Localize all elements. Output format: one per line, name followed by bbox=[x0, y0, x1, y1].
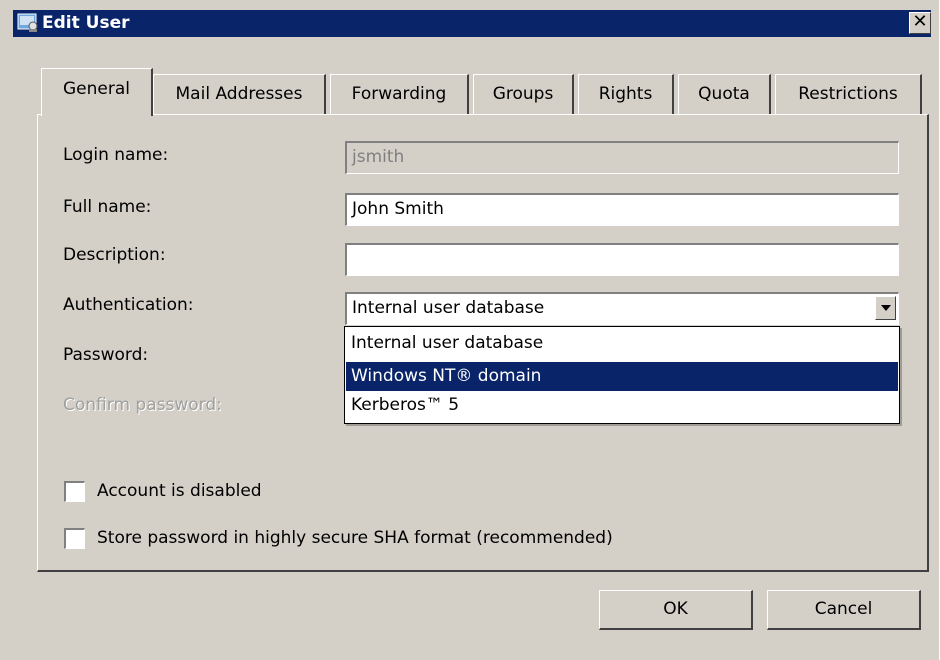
description-field[interactable] bbox=[345, 243, 899, 276]
authentication-dropdown-list: Internal user database Windows NT® domai… bbox=[344, 326, 900, 424]
tab-rights-label: Rights bbox=[598, 84, 653, 104]
tab-quota-label: Quota bbox=[698, 84, 750, 104]
tab-restrictions[interactable]: Restrictions bbox=[775, 74, 922, 114]
tab-groups[interactable]: Groups bbox=[473, 74, 574, 114]
authentication-select-value: Internal user database bbox=[352, 298, 545, 318]
ok-button[interactable]: OK bbox=[599, 590, 753, 630]
tab-groups-label: Groups bbox=[492, 84, 554, 104]
tab-mail-addresses[interactable]: Mail Addresses bbox=[153, 74, 326, 114]
chevron-down-icon[interactable] bbox=[875, 296, 896, 320]
password-label: Password: bbox=[63, 345, 149, 365]
auth-option-windows-nt[interactable]: Windows NT® domain bbox=[346, 362, 898, 391]
auth-option-kerberos[interactable]: Kerberos™ 5 bbox=[346, 391, 898, 420]
account-disabled-checkbox[interactable] bbox=[64, 481, 85, 502]
tab-forwarding-label: Forwarding bbox=[351, 84, 447, 104]
full-name-field[interactable]: John Smith bbox=[345, 193, 899, 226]
window-title: Edit User bbox=[42, 13, 130, 33]
tab-general[interactable]: General bbox=[41, 68, 153, 116]
edit-user-dialog: Edit User ✕ General Mail Addresses Forwa… bbox=[0, 0, 939, 660]
close-button[interactable]: ✕ bbox=[909, 12, 931, 34]
close-icon: ✕ bbox=[912, 11, 928, 32]
sha-format-label: Store password in highly secure SHA form… bbox=[97, 528, 613, 548]
login-name-field: jsmith bbox=[345, 141, 899, 174]
authentication-select[interactable]: Internal user database bbox=[345, 292, 899, 325]
authentication-label: Authentication: bbox=[63, 295, 194, 315]
auth-option-internal[interactable]: Internal user database bbox=[346, 329, 898, 358]
user-edit-icon bbox=[17, 13, 39, 33]
full-name-label: Full name: bbox=[63, 197, 152, 217]
confirm-password-label: Confirm password: bbox=[63, 395, 222, 415]
tab-rights[interactable]: Rights bbox=[578, 74, 674, 114]
sha-format-checkbox[interactable] bbox=[64, 528, 85, 549]
account-disabled-label: Account is disabled bbox=[97, 481, 262, 501]
title-bar[interactable]: Edit User ✕ bbox=[13, 10, 931, 37]
description-label: Description: bbox=[63, 245, 166, 265]
tab-mail-addresses-label: Mail Addresses bbox=[175, 84, 303, 104]
tab-forwarding[interactable]: Forwarding bbox=[330, 74, 469, 114]
tab-general-label: General bbox=[63, 79, 130, 99]
cancel-button[interactable]: Cancel bbox=[767, 590, 921, 630]
tab-restrictions-label: Restrictions bbox=[798, 84, 898, 104]
login-name-label: Login name: bbox=[63, 145, 169, 165]
tab-quota[interactable]: Quota bbox=[678, 74, 771, 114]
